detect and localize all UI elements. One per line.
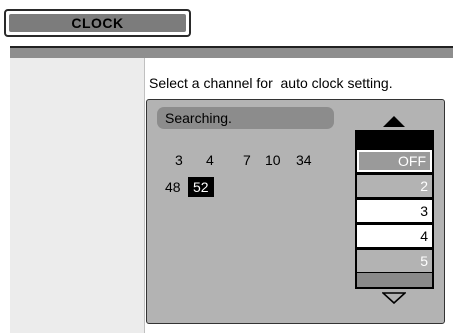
list-item[interactable]: 3: [357, 200, 432, 222]
channel-option[interactable]: 7: [243, 150, 251, 170]
channel-option[interactable]: 3: [175, 150, 183, 170]
list-item-empty: [357, 273, 432, 287]
clock-tab-label: CLOCK: [9, 14, 186, 32]
header-divider-grey: [10, 48, 453, 58]
clock-tab[interactable]: CLOCK: [4, 9, 191, 37]
channel-option[interactable]: 10: [265, 150, 281, 170]
channel-option[interactable]: 34: [296, 150, 312, 170]
triangle-down-outline-icon[interactable]: [382, 292, 406, 304]
channel-option[interactable]: 4: [206, 150, 214, 170]
instruction-text: Select a channel for auto clock setting.: [149, 75, 393, 91]
channel-option-selected[interactable]: 52: [188, 177, 214, 197]
list-item[interactable]: 2: [357, 175, 432, 197]
left-panel: [10, 58, 144, 333]
list-item[interactable]: 4: [357, 225, 432, 247]
channel-option[interactable]: 48: [165, 177, 181, 197]
search-status: Searching.: [157, 107, 334, 129]
list-item[interactable]: 5: [357, 250, 432, 272]
list-item-selected[interactable]: OFF: [357, 150, 432, 172]
triangle-up-icon[interactable]: [383, 116, 405, 127]
